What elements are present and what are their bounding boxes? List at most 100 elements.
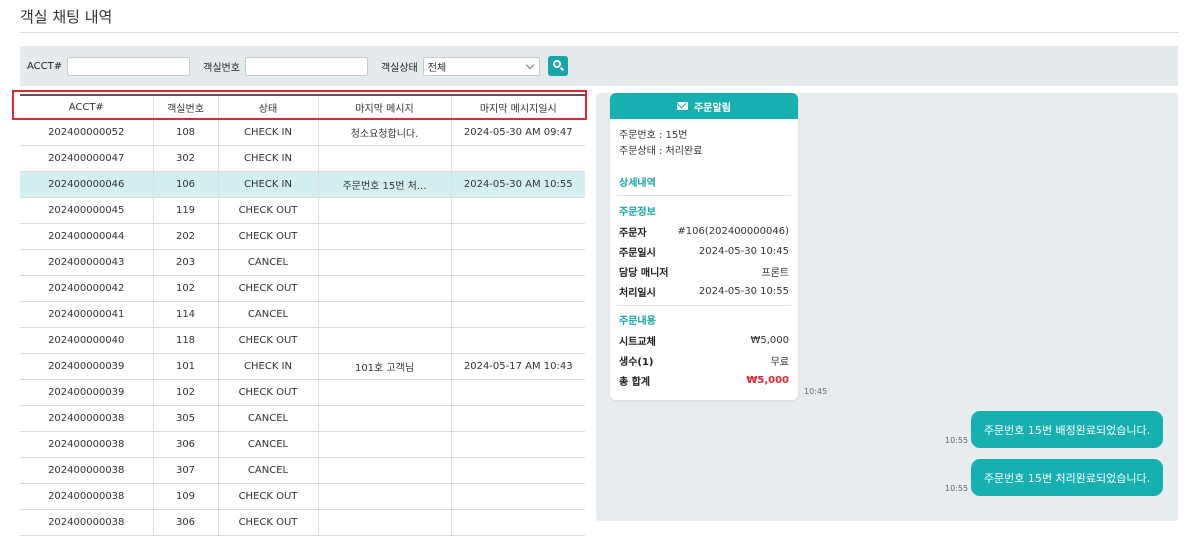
cell-acct: 202400000046: [20, 171, 154, 198]
cell-acct: 202400000044: [20, 223, 154, 250]
cell-room-number: 306: [153, 509, 219, 536]
cell-status: CHECK OUT: [218, 483, 319, 510]
cell-status: CHECK IN: [218, 171, 319, 198]
cell-last-message: [318, 379, 452, 406]
table-row[interactable]: 202400000042 102 CHECK OUT: [20, 275, 585, 302]
cell-status: CANCEL: [218, 249, 319, 276]
cell-room-number: 307: [153, 457, 219, 484]
order-info-row: 담당 매니저 프론트: [619, 261, 789, 281]
table-row[interactable]: 202400000047 302 CHECK IN: [20, 145, 585, 172]
cell-room-number: 306: [153, 431, 219, 458]
cell-last-message-time: [451, 275, 585, 302]
room-status-label: 객실상태: [380, 62, 418, 74]
card-time: 10:45: [804, 387, 828, 396]
table-row[interactable]: 202400000046 106 CHECK IN 주문번호 15번 처... 2024…: [20, 171, 585, 198]
cell-status: CANCEL: [218, 405, 319, 432]
room-status-select[interactable]: 전체: [422, 56, 540, 76]
cell-room-number: 101: [153, 353, 219, 380]
cell-last-message: [318, 327, 452, 354]
col-header-last-message-time[interactable]: 마지막 메시지일시: [451, 94, 585, 120]
cell-room-number: 102: [153, 275, 219, 302]
cell-last-message-time: 2024-05-30 AM 09:47: [451, 119, 585, 146]
cell-last-message: [318, 483, 452, 510]
col-header-room-number[interactable]: 객실번호: [153, 94, 219, 120]
room-number-input[interactable]: [244, 56, 368, 76]
table-row[interactable]: 202400000043 203 CANCEL: [20, 249, 585, 276]
cell-last-message: 주문번호 15번 처...: [318, 171, 452, 198]
room-status-value: 전체: [427, 62, 447, 74]
cell-acct: 202400000047: [20, 145, 154, 172]
cell-last-message-time: [451, 327, 585, 354]
table-row[interactable]: 202400000038 306 CANCEL: [20, 431, 585, 458]
cell-status: CHECK OUT: [218, 275, 319, 302]
cell-last-message-time: [451, 379, 585, 406]
cell-acct: 202400000041: [20, 301, 154, 328]
cell-last-message: [318, 509, 452, 536]
col-header-acct[interactable]: ACCT#: [20, 94, 154, 120]
cell-last-message: [318, 249, 452, 276]
table-row[interactable]: 202400000038 109 CHECK OUT: [20, 483, 585, 510]
card-header: 주문알림: [610, 93, 798, 119]
cell-status: CHECK IN: [218, 145, 319, 172]
chevron-down-icon: [525, 60, 534, 69]
cell-last-message-time: [451, 431, 585, 458]
order-info-row-key: 주문자: [619, 227, 647, 239]
total-value: ₩5,000: [746, 374, 789, 386]
cell-last-message: [318, 145, 452, 172]
table-row[interactable]: 202400000040 118 CHECK OUT: [20, 327, 585, 354]
room-number-label: 객실번호: [203, 62, 240, 74]
cell-room-number: 108: [153, 119, 219, 146]
table-row[interactable]: 202400000038 305 CANCEL: [20, 405, 585, 432]
col-header-last-message[interactable]: 마지막 메시지: [318, 94, 452, 120]
cell-room-number: 305: [153, 405, 219, 432]
table-row[interactable]: 202400000038 307 CANCEL: [20, 457, 585, 484]
cell-status: CHECK OUT: [218, 379, 319, 406]
cell-status: CANCEL: [218, 457, 319, 484]
cell-acct: 202400000039: [20, 379, 154, 406]
cell-room-number: 302: [153, 145, 219, 172]
table-row[interactable]: 202400000045 119 CHECK OUT: [20, 197, 585, 224]
table-row[interactable]: 202400000044 202 CHECK OUT: [20, 223, 585, 250]
cell-status: CANCEL: [218, 431, 319, 458]
order-item-row: 생수(1) 무료: [619, 350, 789, 370]
table-row[interactable]: 202400000039 102 CHECK OUT: [20, 379, 585, 406]
cell-last-message: [318, 457, 452, 484]
col-header-status[interactable]: 상태: [218, 94, 319, 120]
cell-status: CHECK OUT: [218, 223, 319, 250]
table-row[interactable]: 202400000039 101 CHECK IN 101호 고객님 2024-05-1…: [20, 353, 585, 380]
order-status: 주문상태 : 처리완료: [619, 146, 703, 157]
cell-room-number: 118: [153, 327, 219, 354]
total-row: 총 합계 ₩5,000: [619, 370, 789, 390]
cell-status: CHECK OUT: [218, 197, 319, 224]
search-bar: ACCT# 객실번호 객실상태 전체: [20, 46, 1178, 86]
order-info-row-key: 처리일시: [619, 287, 656, 299]
cell-room-number: 203: [153, 249, 219, 276]
table-row[interactable]: 202400000038 306 CHECK OUT: [20, 509, 585, 536]
cell-last-message-time: [451, 457, 585, 484]
cell-last-message: [318, 275, 452, 302]
order-item-row-value: 무료: [770, 356, 789, 368]
cell-room-number: 106: [153, 171, 219, 198]
cell-last-message-time: 2024-05-30 AM 10:55: [451, 171, 585, 198]
cell-last-message: [318, 301, 452, 328]
acct-input[interactable]: [67, 56, 191, 76]
order-info-row-value: 2024-05-30 10:45: [698, 245, 789, 257]
cell-acct: 202400000040: [20, 327, 154, 354]
cell-acct: 202400000039: [20, 353, 154, 380]
cell-room-number: 119: [153, 197, 219, 224]
order-info-title: 주문정보: [619, 207, 656, 218]
cell-status: CHECK IN: [218, 119, 319, 146]
order-item-row-key: 시트교체: [619, 336, 656, 348]
order-info-row-key: 주문일시: [619, 247, 656, 259]
table-header-row: ACCT# 객실번호 상태 마지막 메시지 마지막 메시지일시: [20, 94, 585, 120]
search-button[interactable]: [547, 56, 568, 76]
table-row[interactable]: 202400000052 108 CHECK IN 청소요청합니다. 2024-05-3…: [20, 119, 585, 146]
acct-label: ACCT#: [27, 60, 63, 72]
cell-acct: 202400000042: [20, 275, 154, 302]
order-info-row-value: #106(202400000046): [677, 225, 789, 237]
order-info-row: 처리일시 2024-05-30 10:55: [619, 281, 789, 301]
cell-acct: 202400000038: [20, 431, 154, 458]
table-row[interactable]: 202400000041 114 CANCEL: [20, 301, 585, 328]
order-item-row-key: 생수(1): [619, 356, 654, 368]
cell-room-number: 109: [153, 483, 219, 510]
